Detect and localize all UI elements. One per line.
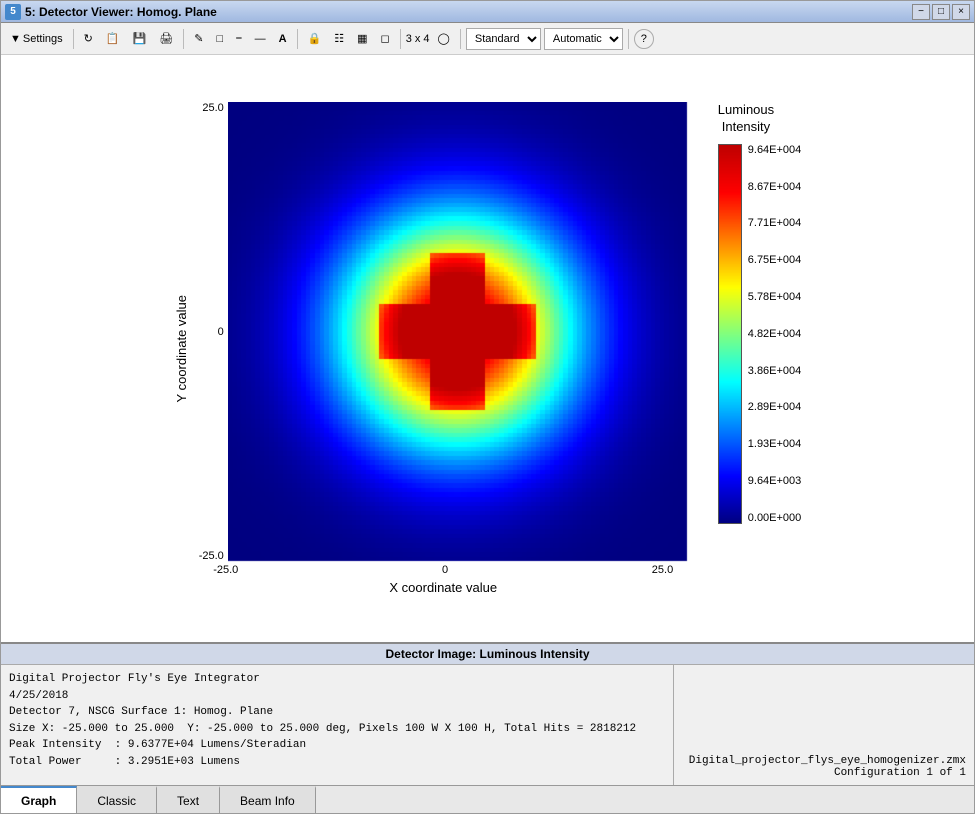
save-button[interactable]: 💾 <box>128 27 152 51</box>
cb-label-6: 3.86E+004 <box>748 365 802 377</box>
colorbar-row: 9.64E+004 8.67E+004 7.71E+004 6.75E+004 … <box>718 144 802 524</box>
help-button[interactable]: ? <box>634 29 654 49</box>
x-tick-0: 0 <box>442 564 448 576</box>
cb-label-1: 8.67E+004 <box>748 181 802 193</box>
maximize-button[interactable]: □ <box>932 4 950 20</box>
lock-button[interactable]: 🔒 <box>303 27 327 51</box>
graph-area: Y coordinate value 25.0 0 -25.0 <box>1 55 974 642</box>
separator-3 <box>297 29 298 49</box>
tab-graph[interactable]: Graph <box>1 786 77 813</box>
settings-button[interactable]: ▼ Settings <box>5 27 68 51</box>
toolbar: ▼ Settings ↻ 📋 💾 🖨 ✎ □ ⎯ — A 🔒 ☷ ▦ ◻ 3 x… <box>1 23 974 55</box>
x-tick-n25: -25.0 <box>213 564 238 576</box>
y-tick-0: 0 <box>218 326 224 338</box>
cb-label-9: 9.64E+003 <box>748 475 802 487</box>
cb-label-2: 7.71E+004 <box>748 217 802 229</box>
cb-label-5: 4.82E+004 <box>748 328 802 340</box>
separator-4 <box>400 29 401 49</box>
tab-text[interactable]: Text <box>157 786 220 813</box>
y-axis-label: Y coordinate value <box>174 295 189 402</box>
plot-row: 25.0 0 -25.0 <box>199 102 688 562</box>
layout-button[interactable]: ◯ <box>433 27 455 51</box>
rect-button[interactable]: □ <box>211 27 228 51</box>
separator-6 <box>628 29 629 49</box>
detector-title: Detector Image: Luminous Intensity <box>1 644 974 665</box>
colorbar-gradient <box>718 144 742 524</box>
dash-button[interactable]: — <box>250 27 271 51</box>
main-content: Y coordinate value 25.0 0 -25.0 <box>1 55 974 813</box>
tab-bar: Graph Classic Text Beam Info <box>1 785 974 813</box>
copy-button[interactable]: 📋 <box>101 27 125 51</box>
filename: Digital_projector_flys_eye_homogenizer.z… <box>689 755 966 767</box>
window-icon: 5 <box>5 4 21 20</box>
colorbar: LuminousIntensity 9.64E+004 8.67E+004 7.… <box>718 102 802 524</box>
file-info: Digital_projector_flys_eye_homogenizer.z… <box>674 665 974 785</box>
plot-container: Y coordinate value 25.0 0 -25.0 <box>174 102 802 595</box>
standard-dropdown[interactable]: Standard <box>466 28 541 50</box>
cb-label-0: 9.64E+004 <box>748 144 802 156</box>
close-button[interactable]: × <box>952 4 970 20</box>
view-button[interactable]: ▦ <box>352 27 372 51</box>
refresh-button[interactable]: ↻ <box>79 27 98 51</box>
y-axis: 25.0 0 -25.0 <box>199 102 228 562</box>
heatmap <box>228 102 688 562</box>
line-button[interactable]: ⎯ <box>231 27 247 51</box>
colorbar-labels: 9.64E+004 8.67E+004 7.71E+004 6.75E+004 … <box>748 144 802 524</box>
y-tick-n25: -25.0 <box>199 550 224 562</box>
pencil-button[interactable]: ✎ <box>189 27 208 51</box>
window-controls: − □ × <box>912 4 970 20</box>
x-tick-25: 25.0 <box>652 564 673 576</box>
bottom-content: Digital Projector Fly's Eye Integrator 4… <box>1 665 974 785</box>
bottom-panel: Detector Image: Luminous Intensity Digit… <box>1 642 974 785</box>
grid-label: 3 x 4 <box>406 33 430 45</box>
separator-2 <box>183 29 184 49</box>
print-button[interactable]: 🖨 <box>154 27 178 51</box>
cb-label-7: 2.89E+004 <box>748 401 802 413</box>
plot-with-axes: 25.0 0 -25.0 -25.0 0 25.0 <box>199 102 688 595</box>
main-window: 5 5: Detector Viewer: Homog. Plane − □ ×… <box>0 0 975 814</box>
cb-label-8: 1.93E+004 <box>748 438 802 450</box>
title-bar: 5 5: Detector Viewer: Homog. Plane − □ × <box>1 1 974 23</box>
tab-beam-info[interactable]: Beam Info <box>220 786 316 813</box>
info-text: Digital Projector Fly's Eye Integrator 4… <box>1 665 674 785</box>
text-tool-button[interactable]: A <box>274 27 292 51</box>
config: Configuration 1 of 1 <box>834 767 966 779</box>
tab-classic[interactable]: Classic <box>77 786 157 813</box>
separator-1 <box>73 29 74 49</box>
x-axis: -25.0 0 25.0 <box>213 562 673 576</box>
layers-button[interactable]: ◻ <box>376 27 395 51</box>
grid-view-button[interactable]: ☷ <box>329 27 349 51</box>
cb-label-10: 0.00E+000 <box>748 512 802 524</box>
separator-5 <box>460 29 461 49</box>
x-axis-label: X coordinate value <box>389 580 497 595</box>
cb-label-3: 6.75E+004 <box>748 254 802 266</box>
colorbar-title: LuminousIntensity <box>718 102 774 136</box>
settings-icon: ▼ <box>10 33 21 45</box>
window-title: 5: Detector Viewer: Homog. Plane <box>25 5 912 19</box>
minimize-button[interactable]: − <box>912 4 930 20</box>
cb-label-4: 5.78E+004 <box>748 291 802 303</box>
automatic-dropdown[interactable]: Automatic <box>544 28 623 50</box>
y-tick-25: 25.0 <box>202 102 223 114</box>
